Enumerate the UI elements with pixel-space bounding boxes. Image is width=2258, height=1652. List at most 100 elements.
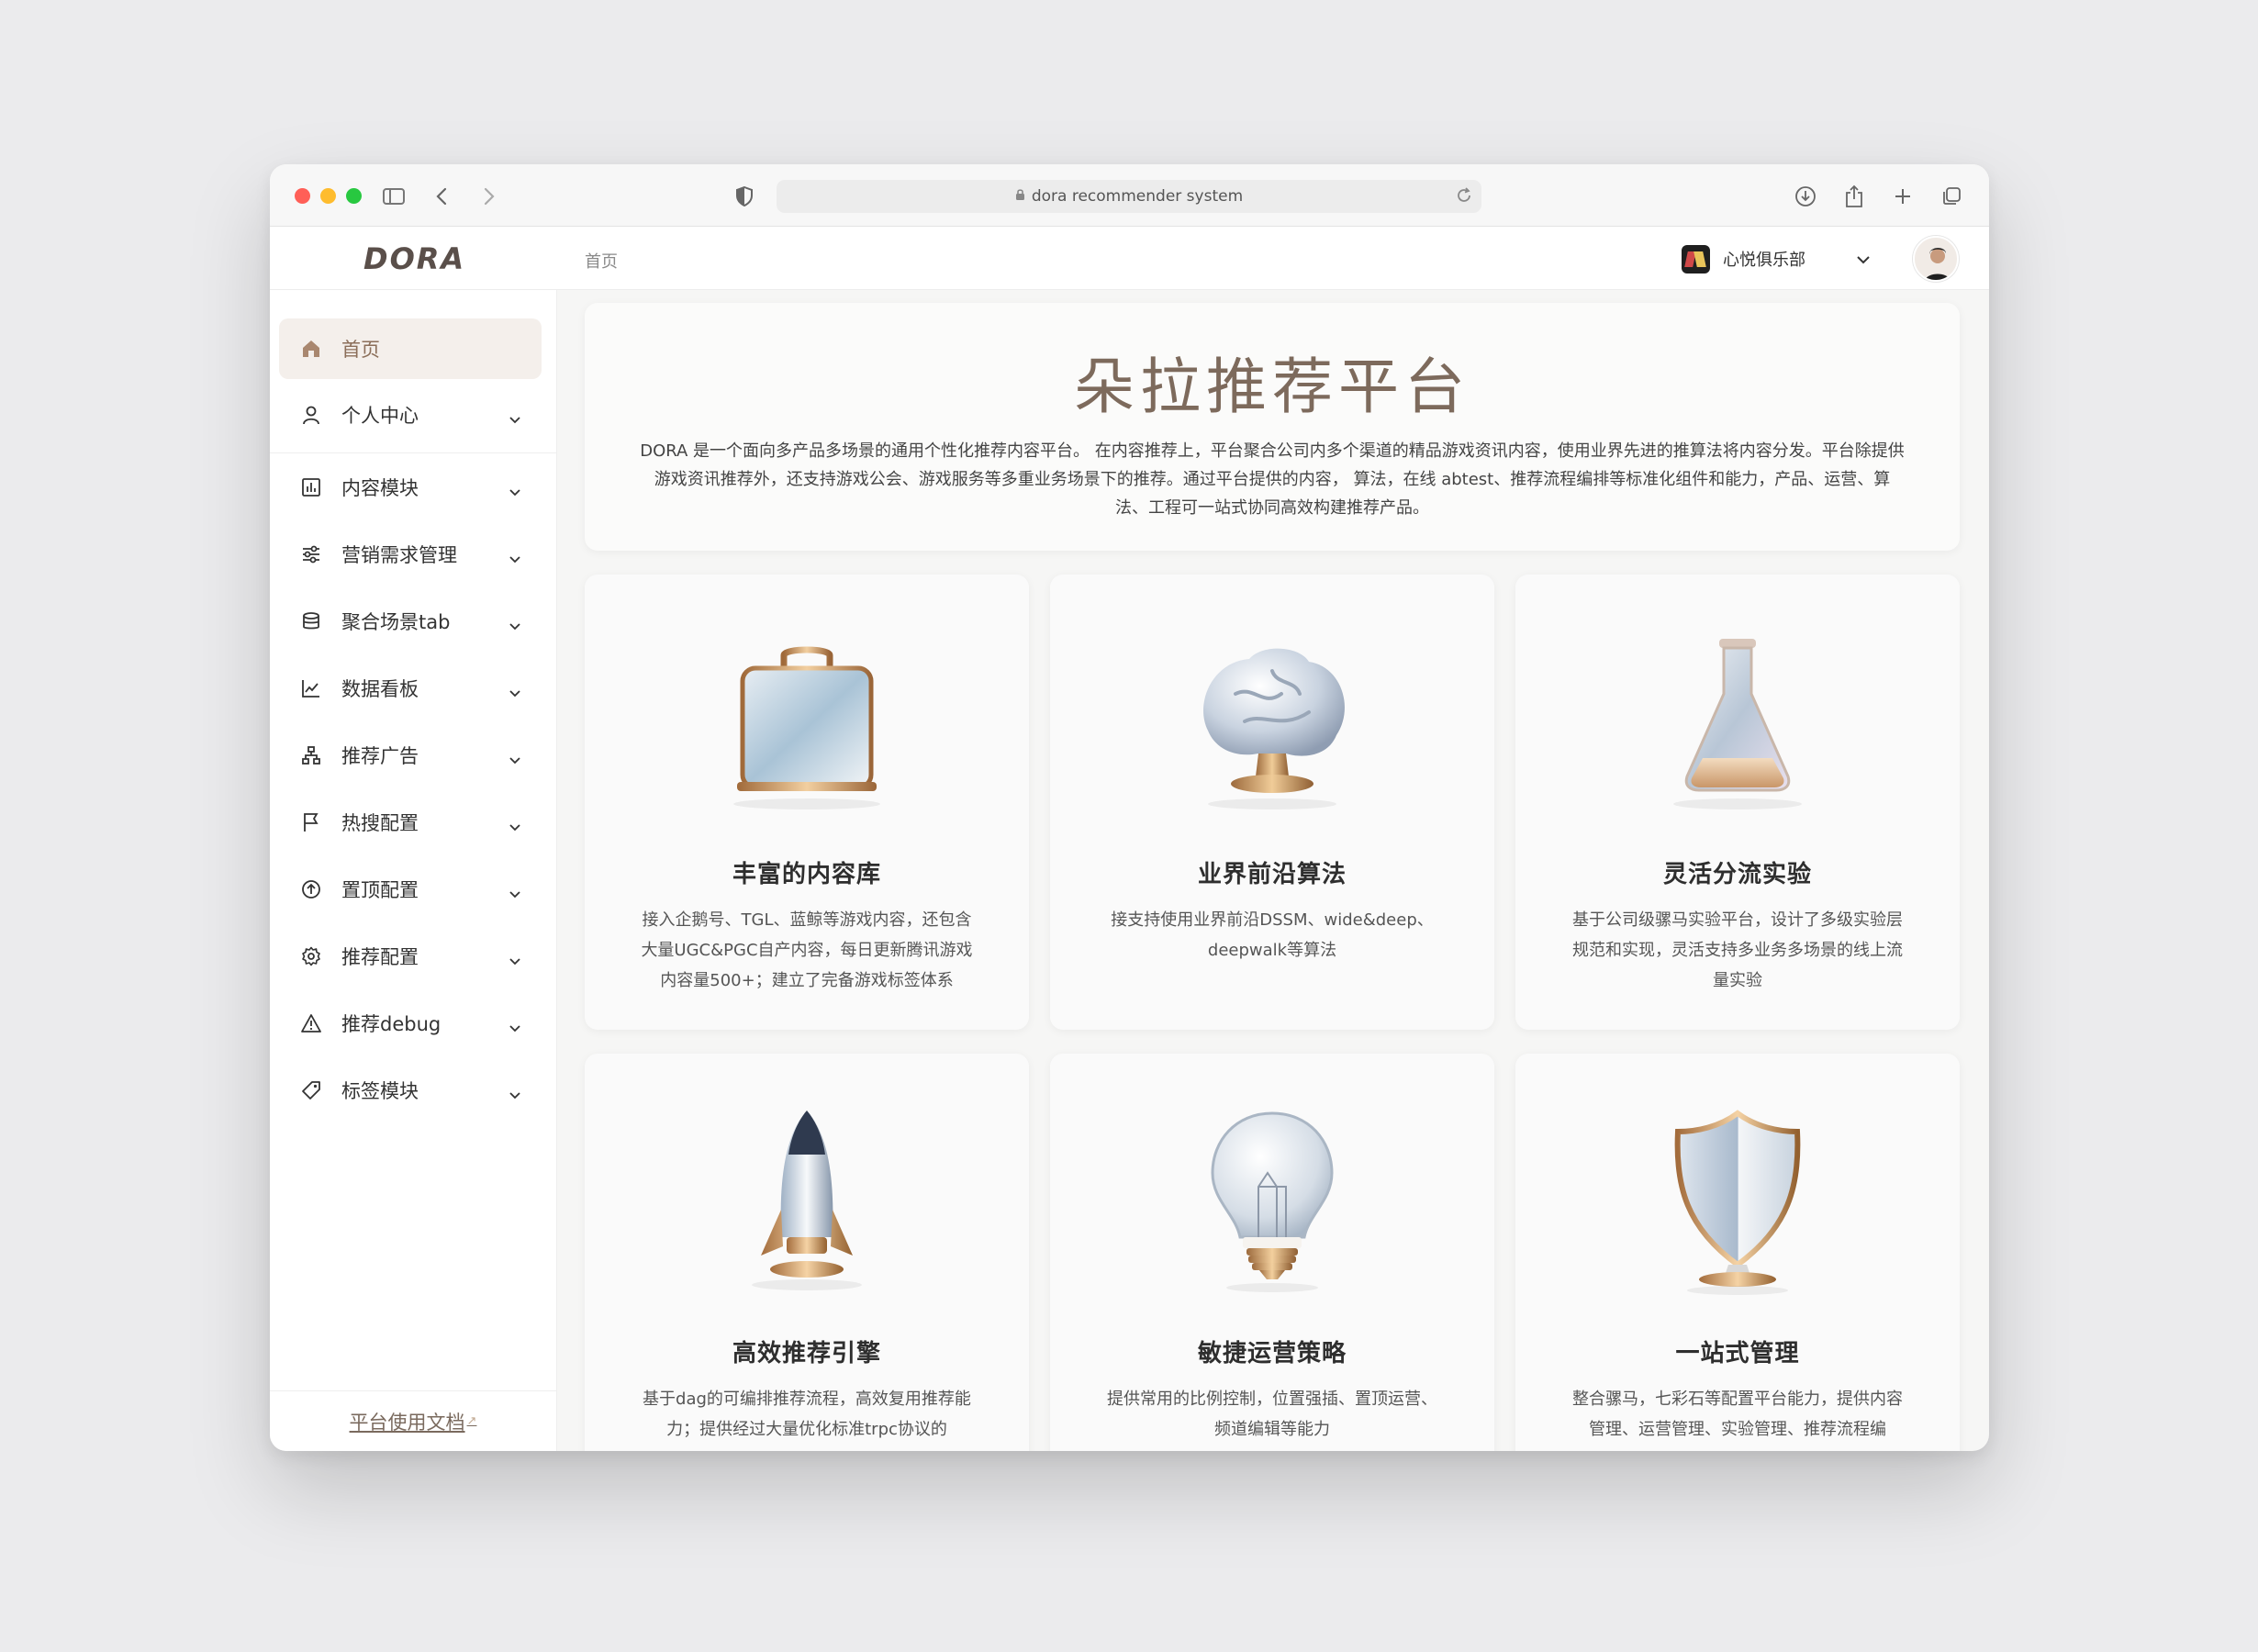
platform-docs-label: 平台使用文档 (349, 1411, 465, 1434)
flask-icon (1637, 620, 1839, 822)
intro-banner: 朵拉推荐平台 DORA 是一个面向多产品多场景的通用个性化推荐内容平台。 在内容… (585, 303, 1960, 551)
card-description: 基于dag的可编排推荐流程，高效复用推荐能力；提供经过大量优化标准trpc协议的 (643, 1390, 971, 1439)
user-avatar[interactable] (1913, 236, 1959, 282)
platform-title: 朵拉推荐平台 (1074, 352, 1470, 422)
feature-card-operations[interactable]: 敏捷运营策略 提供常用的比例控制，位置强插、置顶运营、频道编辑等能力 (1050, 1054, 1494, 1451)
dora-logo[interactable]: DORA (363, 241, 465, 276)
sidebar-item-label: 数据看板 (341, 678, 419, 700)
forward-icon[interactable] (475, 183, 503, 210)
sidebar-item-label: 首页 (341, 339, 380, 361)
sidebar-divider (270, 452, 556, 453)
main-content: 朵拉推荐平台 DORA 是一个面向多产品多场景的通用个性化推荐内容平台。 在内容… (557, 290, 1989, 1451)
chevron-down-icon (509, 1015, 521, 1037)
url-text: dora recommender system (1031, 187, 1244, 206)
sidebar-item-marketing[interactable]: 营销需求管理 (279, 524, 542, 585)
card-title: 一站式管理 (1675, 1340, 1800, 1367)
network-icon (299, 743, 323, 767)
chevron-down-icon (509, 546, 521, 568)
chevron-down-icon (509, 613, 521, 635)
sidebar-toggle-icon[interactable] (380, 183, 408, 210)
new-tab-icon[interactable] (1889, 183, 1917, 210)
breadcrumb: 首页 (585, 252, 618, 272)
sidebar-item-label: 置顶配置 (341, 879, 419, 901)
sidebar-item-label: 个人中心 (341, 405, 419, 427)
share-icon[interactable] (1840, 183, 1868, 210)
sidebar-item-dashboard[interactable]: 数据看板 (279, 658, 542, 719)
chevron-down-icon (509, 479, 521, 501)
arrow-up-circle-icon (299, 877, 323, 901)
chevron-down-icon (509, 948, 521, 970)
sidebar-item-label: 推荐配置 (341, 946, 419, 968)
home-icon (299, 337, 323, 361)
reload-icon[interactable] (1456, 186, 1472, 209)
sidebar-item-debug[interactable]: 推荐debug (279, 993, 542, 1054)
sidebar-item-rec-config[interactable]: 推荐配置 (279, 926, 542, 987)
sidebar-item-content[interactable]: 内容模块 (279, 457, 542, 518)
feature-card-engine[interactable]: 高效推荐引擎 基于dag的可编排推荐流程，高效复用推荐能力；提供经过大量优化标准… (585, 1054, 1029, 1451)
chevron-down-icon (509, 1082, 521, 1104)
browser-window: dora recommender system DORA 首页 心悦俱乐部 首页… (270, 164, 1989, 1451)
feature-card-content-library[interactable]: 丰富的内容库 接入企鹅号、TGL、蓝鲸等游戏内容，还包含大量UGC&PGC自产内… (585, 575, 1029, 1030)
tab-overview-icon[interactable] (1938, 183, 1965, 210)
minimize-window-button[interactable] (320, 188, 336, 204)
rocket-icon (706, 1099, 908, 1301)
chevron-down-icon (509, 814, 521, 836)
card-title: 业界前沿算法 (1197, 861, 1347, 888)
window-controls (295, 188, 362, 204)
privacy-shield-icon[interactable] (731, 183, 758, 210)
sidebar-item-home[interactable]: 首页 (279, 318, 542, 379)
app-header: DORA 首页 心悦俱乐部 (270, 227, 1989, 290)
shield-icon (1637, 1099, 1839, 1301)
sidebar-item-label: 营销需求管理 (341, 544, 457, 566)
warning-icon (299, 1011, 323, 1035)
chevron-down-icon (1856, 251, 1871, 268)
chevron-down-icon (509, 881, 521, 903)
team-selector[interactable]: 心悦俱乐部 (1674, 241, 1878, 276)
chevron-down-icon (509, 747, 521, 769)
card-title: 丰富的内容库 (732, 861, 881, 888)
sidebar-item-hot-search[interactable]: 热搜配置 (279, 792, 542, 853)
feature-card-algorithms[interactable]: 业界前沿算法 接支持使用业界前沿DSSM、wide&deep、deepwalk等… (1050, 575, 1494, 1030)
feature-card-management[interactable]: 一站式管理 整合骡马，七彩石等配置平台能力，提供内容管理、运营管理、实验管理、推… (1515, 1054, 1960, 1451)
lightbulb-icon (1171, 1099, 1373, 1301)
sidebar-item-label: 推荐debug (341, 1013, 442, 1035)
tag-icon (299, 1078, 323, 1102)
sidebar-item-scene-tab[interactable]: 聚合场景tab (279, 591, 542, 652)
sidebar-item-label: 推荐广告 (341, 745, 419, 767)
card-description: 接入企鹅号、TGL、蓝鲸等游戏内容，还包含大量UGC&PGC自产内容，每日更新腾… (641, 910, 973, 990)
team-name: 心悦俱乐部 (1723, 251, 1805, 270)
briefcase-icon (706, 620, 908, 822)
sidebar-item-ads[interactable]: 推荐广告 (279, 725, 542, 786)
sliders-icon (299, 542, 323, 566)
card-title: 敏捷运营策略 (1197, 1340, 1347, 1367)
card-description: 基于公司级骡马实验平台，设计了多级实验层规范和实现，灵活支持多业务多场景的线上流… (1572, 910, 1903, 990)
card-title: 灵活分流实验 (1662, 861, 1812, 888)
download-icon[interactable] (1792, 183, 1819, 210)
sidebar-item-profile[interactable]: 个人中心 (279, 385, 542, 445)
zoom-window-button[interactable] (346, 188, 362, 204)
user-icon (299, 403, 323, 427)
sidebar-item-tags[interactable]: 标签模块 (279, 1060, 542, 1121)
gear-icon (299, 944, 323, 968)
card-title: 高效推荐引擎 (732, 1340, 881, 1367)
back-icon[interactable] (428, 183, 455, 210)
close-window-button[interactable] (295, 188, 310, 204)
sidebar-item-pin[interactable]: 置顶配置 (279, 859, 542, 920)
card-description: 接支持使用业界前沿DSSM、wide&deep、deepwalk等算法 (1111, 910, 1434, 960)
platform-docs-link[interactable]: 平台使用文档 ↗ (270, 1390, 556, 1451)
sidebar-item-label: 聚合场景tab (341, 611, 451, 633)
address-bar[interactable]: dora recommender system (777, 180, 1481, 213)
brain-icon (1171, 620, 1373, 822)
line-chart-icon (299, 676, 323, 700)
card-description: 提供常用的比例控制，位置强插、置顶运营、频道编辑等能力 (1107, 1390, 1437, 1439)
chevron-down-icon (509, 680, 521, 702)
sidebar-item-label: 标签模块 (341, 1080, 419, 1102)
platform-description: DORA 是一个面向多产品多场景的通用个性化推荐内容平台。 在内容推荐上，平台聚… (640, 441, 1905, 518)
sidebar-item-label: 内容模块 (341, 477, 419, 499)
feature-card-experiments[interactable]: 灵活分流实验 基于公司级骡马实验平台，设计了多级实验层规范和实现，灵活支持多业务… (1515, 575, 1960, 1030)
sidebar: 首页 个人中心 内容模块 营销需求管理 聚合场景tab 数据看板 推荐广告 热搜… (270, 290, 557, 1451)
chevron-down-icon (509, 407, 521, 429)
external-link-icon: ↗ (466, 1414, 477, 1428)
team-logo-icon (1682, 244, 1710, 273)
chart-box-icon (299, 475, 323, 499)
